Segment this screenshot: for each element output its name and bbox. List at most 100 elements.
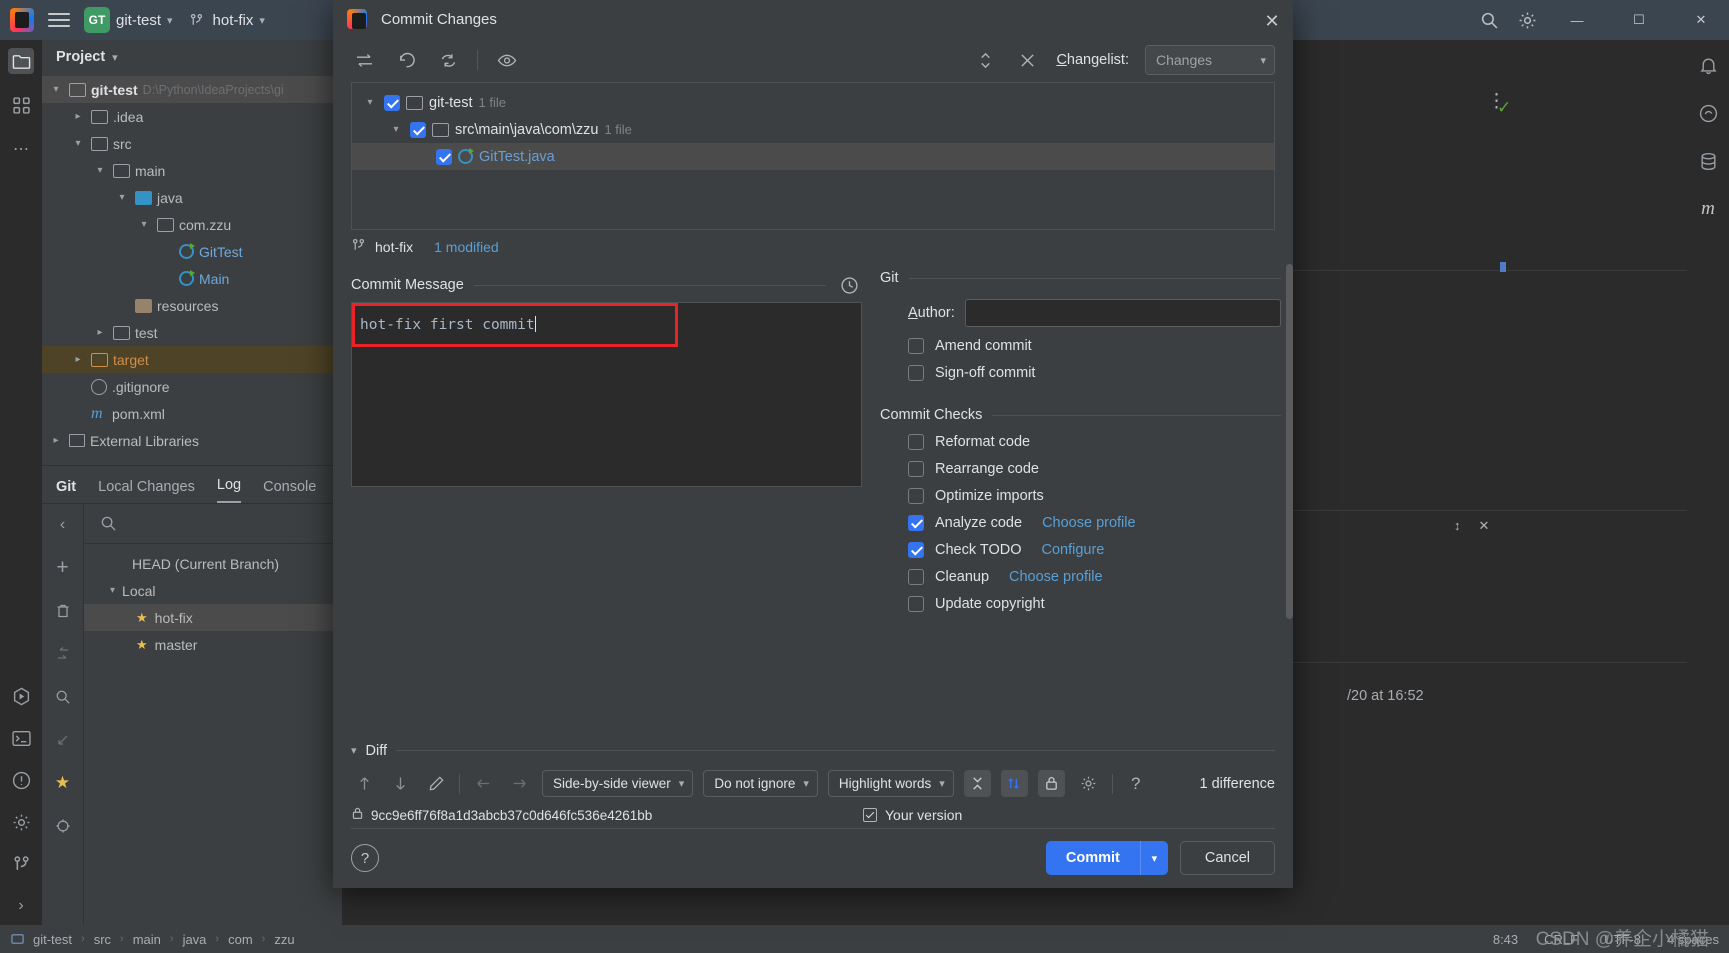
breadcrumb-item[interactable]: zzu: [274, 932, 294, 947]
expand-diagonal-icon[interactable]: [50, 727, 76, 753]
checkbox-row-reformat-code[interactable]: Reformat code: [880, 434, 1281, 451]
checkbox-row-cleanup[interactable]: Cleanup Choose profile: [880, 569, 1281, 586]
project-tree-node[interactable]: m pom.xml: [42, 400, 341, 427]
changelist-combo[interactable]: Changes ▾: [1145, 45, 1275, 76]
project-tool-icon[interactable]: [8, 48, 34, 74]
project-tree-node[interactable]: Main: [42, 265, 341, 292]
breadcrumb-item[interactable]: src: [94, 932, 111, 947]
author-field[interactable]: [964, 299, 1281, 328]
checkbox-row-amend-commit[interactable]: Amend commit: [880, 338, 1281, 355]
close-icon[interactable]: ✕: [1259, 8, 1285, 34]
changed-files-tree[interactable]: ▾ git-test 1 file ▾ src\main\java\com\zzu 1 f…: [351, 82, 1275, 231]
maven-icon[interactable]: m: [1695, 196, 1721, 222]
favorite-star-icon[interactable]: ★: [50, 770, 76, 796]
caret-position[interactable]: 8:43: [1493, 932, 1518, 947]
branch-head-row[interactable]: HEAD (Current Branch): [84, 550, 342, 577]
close-editor-icon[interactable]: ✕: [1479, 518, 1490, 534]
tree-toggle-icon[interactable]: ▾: [136, 219, 152, 230]
option-link[interactable]: Choose profile: [1042, 515, 1136, 531]
checkbox[interactable]: [908, 515, 924, 532]
checkbox[interactable]: [908, 365, 924, 382]
project-tree-node[interactable]: resources: [42, 292, 341, 319]
delete-icon[interactable]: [50, 598, 76, 624]
branch-list[interactable]: HEAD (Current Branch) ▾ Local ★ hot-fix ★ mast…: [84, 544, 342, 658]
tree-toggle-icon[interactable]: ▸: [70, 111, 86, 122]
close-button[interactable]: ✕: [1679, 0, 1723, 40]
pencil-icon[interactable]: [423, 771, 449, 797]
tree-toggle-icon[interactable]: ▸: [70, 354, 86, 365]
more-tools-icon[interactable]: ⋯: [8, 136, 34, 162]
settings-tool-icon[interactable]: [8, 809, 34, 835]
project-tree[interactable]: ▾ git-test D:\Python\IdeaProjects\gi ▸ .idea…: [42, 74, 341, 454]
options-scrollbar[interactable]: [1286, 264, 1293, 680]
ai-assistant-icon[interactable]: [1695, 100, 1721, 126]
checkbox-row-analyze-code[interactable]: Analyze code Choose profile: [880, 515, 1281, 532]
branch-search-box[interactable]: [84, 504, 342, 544]
project-tree-node[interactable]: ▾ src: [42, 130, 341, 157]
collapse-unchanged-icon[interactable]: [963, 770, 991, 798]
tree-toggle-icon[interactable]: ▾: [388, 124, 404, 135]
expand-rail-icon[interactable]: ›: [8, 893, 34, 919]
tree-toggle-icon[interactable]: ▾: [114, 192, 130, 203]
expand-editor-icon[interactable]: ↕: [1454, 518, 1461, 534]
git-tool-tabs[interactable]: Git Local Changes Log Console: [42, 466, 342, 504]
changed-file-row[interactable]: GitTest.java: [352, 143, 1274, 171]
changed-file-row[interactable]: ▾ src\main\java\com\zzu 1 file: [352, 116, 1274, 143]
project-tree-node[interactable]: ▾ java: [42, 184, 341, 211]
branch-group-local[interactable]: ▾ Local: [84, 577, 342, 604]
checkbox-row-check-todo[interactable]: Check TODO Configure: [880, 542, 1281, 559]
sync-scroll-icon[interactable]: [1000, 770, 1028, 798]
add-icon[interactable]: +: [50, 555, 76, 581]
breadcrumb-item[interactable]: main: [133, 932, 161, 947]
checkbox[interactable]: [908, 569, 924, 586]
arrow-up-icon[interactable]: [351, 771, 377, 797]
git-tab-local-changes[interactable]: Local Changes: [98, 479, 195, 503]
chevron-down-icon[interactable]: ▾: [112, 51, 118, 64]
commit-message-input[interactable]: hot-fix first commit: [351, 302, 862, 488]
checkout-icon[interactable]: [50, 641, 76, 667]
diff-right-header[interactable]: Your version: [863, 807, 962, 823]
hamburger-icon[interactable]: [48, 13, 70, 27]
chevron-down-icon[interactable]: ▾: [351, 744, 357, 757]
checkbox[interactable]: [908, 338, 924, 355]
diff-section-header[interactable]: ▾ Diff: [333, 736, 1293, 765]
branch-selector[interactable]: hot-fix ▾: [187, 10, 265, 30]
option-link[interactable]: Choose profile: [1009, 569, 1103, 585]
branch-item-master[interactable]: ★ master: [84, 631, 342, 658]
project-tree-node[interactable]: ▾ com.zzu: [42, 211, 341, 238]
search-icon[interactable]: [1479, 10, 1499, 30]
run-tool-icon[interactable]: [8, 683, 34, 709]
target-icon[interactable]: [50, 813, 76, 839]
project-tree-node[interactable]: ▾ main: [42, 157, 341, 184]
structure-tool-icon[interactable]: [8, 92, 34, 118]
checkbox-row-optimize-imports[interactable]: Optimize imports: [880, 488, 1281, 505]
chevron-down-icon[interactable]: ▾: [1139, 841, 1168, 876]
project-tree-node[interactable]: ▾ git-test D:\Python\IdeaProjects\gi: [42, 76, 341, 103]
file-checkbox[interactable]: [384, 94, 400, 111]
chevron-down-icon[interactable]: ▾: [110, 585, 115, 596]
question-icon[interactable]: ?: [351, 844, 379, 873]
move-to-another-changelist-icon[interactable]: [351, 47, 377, 73]
checkbox[interactable]: [908, 596, 924, 613]
checkbox-row-rearrange-code[interactable]: Rearrange code: [880, 461, 1281, 478]
revert-icon[interactable]: [393, 47, 419, 73]
checkbox-row-update-copyright[interactable]: Update copyright: [880, 596, 1281, 613]
checkbox[interactable]: [908, 542, 924, 559]
breadcrumb[interactable]: git-test › src › main › java › com › zzu: [33, 932, 295, 947]
project-tree-node[interactable]: .gitignore: [42, 373, 341, 400]
your-version-checkbox[interactable]: [863, 808, 877, 823]
git-tab-console[interactable]: Console: [263, 479, 316, 503]
arrow-right-icon[interactable]: [506, 771, 532, 797]
commit-button[interactable]: Commit ▾: [1045, 841, 1168, 876]
checkbox[interactable]: [908, 461, 924, 478]
project-tree-node[interactable]: ▸ test: [42, 319, 341, 346]
project-tree-node[interactable]: GitTest: [42, 238, 341, 265]
tree-toggle-icon[interactable]: ▸: [92, 327, 108, 338]
tree-toggle-icon[interactable]: ▾: [92, 165, 108, 176]
tree-toggle-icon[interactable]: ▾: [362, 97, 378, 108]
collapse-icon[interactable]: ‹: [50, 512, 76, 538]
git-tab-log[interactable]: Log: [216, 477, 242, 503]
changed-file-row[interactable]: ▾ git-test 1 file: [352, 89, 1274, 116]
arrow-left-icon[interactable]: [470, 771, 496, 797]
breadcrumb-item[interactable]: java: [183, 932, 207, 947]
